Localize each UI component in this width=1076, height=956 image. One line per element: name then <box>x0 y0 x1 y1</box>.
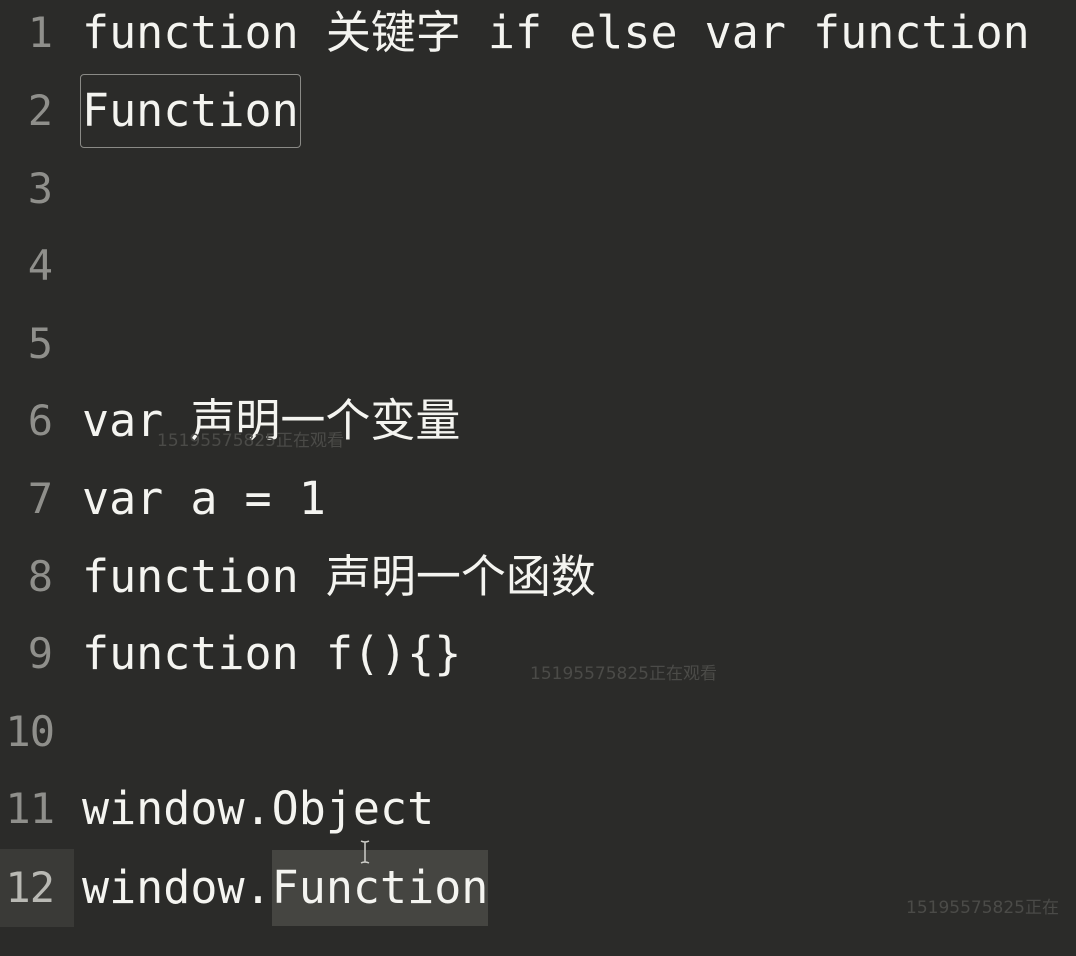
code-line-2[interactable]: 2 Function <box>0 72 1076 150</box>
code-line-6[interactable]: 6 var 声明一个变量 <box>0 382 1076 460</box>
code-editor[interactable]: 1 function 关键字 if else var function 2 Fu… <box>0 0 1076 956</box>
code-text-12-prefix: window. <box>82 861 272 914</box>
code-line-12[interactable]: 12 window.Function <box>0 849 1076 927</box>
line-number-2: 2 <box>27 86 53 135</box>
line-number-4: 4 <box>27 241 53 290</box>
line-number-3: 3 <box>27 164 53 213</box>
line-number-1: 1 <box>27 8 53 57</box>
line-number-9: 9 <box>27 629 53 678</box>
code-line-3[interactable]: 3 <box>0 150 1076 228</box>
matched-word-highlight: Function <box>80 74 301 148</box>
code-text-7[interactable]: var a = 1 <box>82 460 326 538</box>
code-text-1[interactable]: function 关键字 if else var function <box>82 0 1030 72</box>
code-line-11[interactable]: 11 window.Object <box>0 770 1076 848</box>
selected-text[interactable]: Function <box>271 850 489 926</box>
code-line-8[interactable]: 8 function 声明一个函数 <box>0 538 1076 616</box>
line-number-5: 5 <box>27 319 53 368</box>
line-number-7: 7 <box>27 474 53 523</box>
code-text-2[interactable]: Function <box>80 72 301 150</box>
code-text-9[interactable]: function f(){} <box>82 615 461 693</box>
code-line-1[interactable]: 1 function 关键字 if else var function <box>0 0 1076 72</box>
code-text-8[interactable]: function 声明一个函数 <box>82 538 596 616</box>
line-number-12: 12 <box>0 849 74 927</box>
line-number-8: 8 <box>27 552 53 601</box>
code-line-5[interactable]: 5 <box>0 305 1076 383</box>
line-number-6: 6 <box>27 396 53 445</box>
code-text-6[interactable]: var 声明一个变量 <box>82 382 460 460</box>
line-number-11: 11 <box>5 784 55 833</box>
code-line-7[interactable]: 7 var a = 1 <box>0 460 1076 538</box>
code-line-9[interactable]: 9 function f(){} <box>0 615 1076 693</box>
code-text-11[interactable]: window.Object <box>82 770 434 848</box>
i-beam-cursor-icon <box>360 840 370 864</box>
code-line-10[interactable]: 10 <box>0 693 1076 771</box>
code-text-12[interactable]: window.Function <box>82 849 489 927</box>
code-line-4[interactable]: 4 <box>0 227 1076 305</box>
line-number-10: 10 <box>5 707 55 756</box>
